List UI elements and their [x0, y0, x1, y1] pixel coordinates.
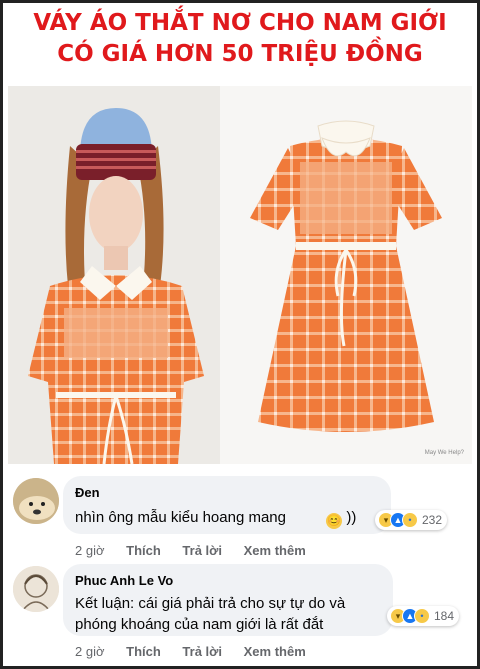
comment-author[interactable]: Phuc Anh Le Vo [75, 572, 381, 589]
reaction-summary[interactable]: ▾ ▲ • 232 [375, 510, 448, 530]
headline-line-1: VÁY ÁO THẮT NƠ CHO NAM GIỚI [33, 10, 447, 36]
comment-trailing-text: )) [346, 509, 357, 526]
headline: VÁY ÁO THẮT NƠ CHO NAM GIỚI CÓ GIÁ HƠN 5… [0, 8, 480, 70]
comment-actions: 2 giờ Thích Trả lời Xem thêm [75, 644, 324, 659]
comment-time[interactable]: 2 giờ [75, 543, 105, 558]
model-illustration [28, 108, 204, 464]
comment-text-body: nhìn ông mẫu kiểu hoang mang [75, 509, 286, 526]
sketch-avatar-icon [13, 566, 59, 612]
reply-button[interactable]: Trả lời [182, 543, 222, 558]
like-button[interactable]: Thích [126, 644, 161, 659]
dress-photo: May We Help? [220, 86, 472, 464]
comment-author[interactable]: Đen [75, 484, 379, 501]
comment-bubble[interactable]: Phuc Anh Le Vo Kết luận: cái giá phải tr… [63, 564, 393, 636]
smile-emoji-icon: 😊 [326, 513, 343, 529]
comment-time[interactable]: 2 giờ [75, 644, 105, 659]
sad-icon: • [414, 608, 430, 624]
reaction-count: 232 [422, 513, 443, 527]
comment: Đen nhìn ông mẫu kiểu hoang mang 😊 )) ▾ … [3, 472, 477, 564]
see-more-button[interactable]: Xem thêm [244, 644, 306, 659]
dress-illustration [250, 120, 442, 432]
comment-bubble[interactable]: Đen nhìn ông mẫu kiểu hoang mang 😊 )) [63, 476, 391, 534]
model-photo [8, 86, 220, 464]
sad-icon: • [402, 512, 418, 528]
like-button[interactable]: Thích [126, 543, 161, 558]
see-more-button[interactable]: Xem thêm [244, 543, 306, 558]
avatar[interactable] [13, 566, 59, 612]
comment-actions: 2 giờ Thích Trả lời Xem thêm [75, 543, 324, 558]
headline-line-2: CÓ GIÁ HƠN 50 TRIỆU ĐỒNG [57, 41, 423, 67]
comment-section: Đen nhìn ông mẫu kiểu hoang mang 😊 )) ▾ … [3, 466, 477, 666]
comment-text: nhìn ông mẫu kiểu hoang mang 😊 )) [75, 507, 379, 529]
reaction-count: 184 [434, 609, 455, 623]
comment: Phuc Anh Le Vo Kết luận: cái giá phải tr… [3, 562, 477, 666]
avatar[interactable] [13, 478, 59, 524]
photo-watermark: May We Help? [424, 450, 464, 456]
reaction-summary[interactable]: ▾ ▲ • 184 [387, 606, 460, 626]
product-photos: May We Help? [8, 86, 472, 464]
comment-text-line-1: Kết luận: cái giá phải trả cho sự tự do … [75, 595, 346, 612]
reply-button[interactable]: Trả lời [182, 644, 222, 659]
dog-avatar-icon [13, 478, 59, 524]
comment-text-line-2: phóng khoáng của nam giới là rất đắt [75, 616, 324, 633]
